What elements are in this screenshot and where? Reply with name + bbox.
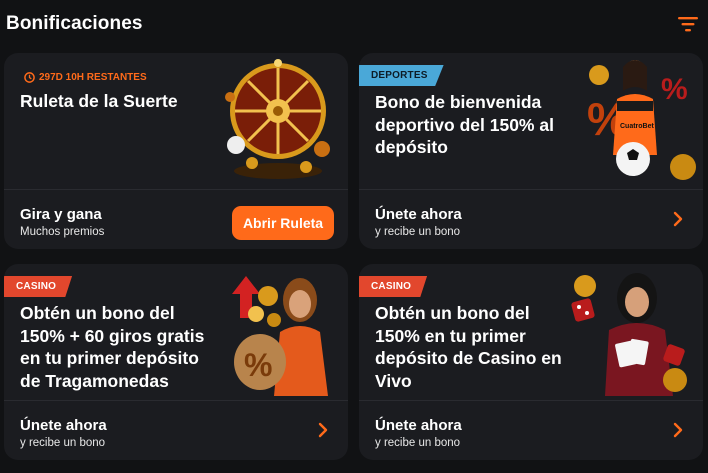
footer-title: Únete ahora (375, 206, 462, 223)
footer-subtitle: Muchos premios (20, 226, 105, 238)
jersey-text: CuatroBet (620, 123, 655, 130)
card-body: CASINO Obtén un bono del 150% + 60 giros… (4, 264, 348, 400)
footer-title: Gira y gana (20, 206, 102, 223)
timer-text: 297D 10H RESTANTES (39, 72, 147, 83)
footer-subtitle: y recibe un bono (375, 437, 461, 449)
bonus-card-sports: DEPORTES Bono de bienvenida deportivo de… (359, 53, 703, 249)
chevron-right-icon (318, 422, 328, 438)
svg-text:%: % (661, 73, 688, 106)
card-title: Ruleta de la Suerte (20, 91, 178, 111)
clock-icon (24, 72, 35, 83)
page-header: Bonificaciones (0, 0, 708, 50)
footer-title: Únete ahora (20, 417, 107, 434)
card-body: CASINO Obtén un bono del 150% en tu prim… (359, 264, 703, 400)
card-body: 297D 10H RESTANTES Ruleta de la Suerte (4, 53, 348, 189)
slots-woman-image: % (232, 276, 328, 396)
chevron-right-icon (673, 211, 683, 227)
bonus-card-live-casino: CASINO Obtén un bono del 150% en tu prim… (359, 264, 703, 460)
countdown-timer: 297D 10H RESTANTES (24, 72, 147, 83)
card-title: Obtén un bono del 150% + 60 giros gratis… (20, 303, 205, 391)
join-now-link[interactable]: Únete ahora y recibe un bono (359, 401, 703, 460)
roulette-wheel-image (225, 59, 330, 179)
footer-title: Únete ahora (375, 417, 462, 434)
bonus-card-roulette: 297D 10H RESTANTES Ruleta de la Suerte G… (4, 53, 348, 249)
category-tag: CASINO (359, 276, 428, 297)
footer-subtitle: y recibe un bono (20, 437, 106, 449)
footer-subtitle: y recibe un bono (375, 226, 461, 238)
chevron-right-icon (673, 422, 683, 438)
filter-icon[interactable] (676, 14, 700, 34)
svg-text:%: % (244, 347, 272, 383)
open-roulette-button[interactable]: Abrir Ruleta (232, 206, 334, 240)
card-title: Bono de bienvenida deportivo del 150% al… (375, 92, 554, 157)
join-now-link[interactable]: Únete ahora y recibe un bono (4, 401, 348, 460)
bonus-card-slots: CASINO Obtén un bono del 150% + 60 giros… (4, 264, 348, 460)
card-footer: Gira y gana Muchos premios Abrir Ruleta (4, 190, 348, 249)
live-casino-woman-image (571, 273, 687, 396)
page-title: Bonificaciones (6, 13, 143, 34)
category-tag: CASINO (4, 276, 73, 297)
card-body: DEPORTES Bono de bienvenida deportivo de… (359, 53, 703, 189)
card-title: Obtén un bono del 150% en tu primer depó… (375, 303, 562, 391)
category-tag: DEPORTES (359, 65, 444, 86)
join-now-link[interactable]: Únete ahora y recibe un bono (359, 190, 703, 249)
sports-woman-image: % % CuatroBet (587, 60, 696, 180)
